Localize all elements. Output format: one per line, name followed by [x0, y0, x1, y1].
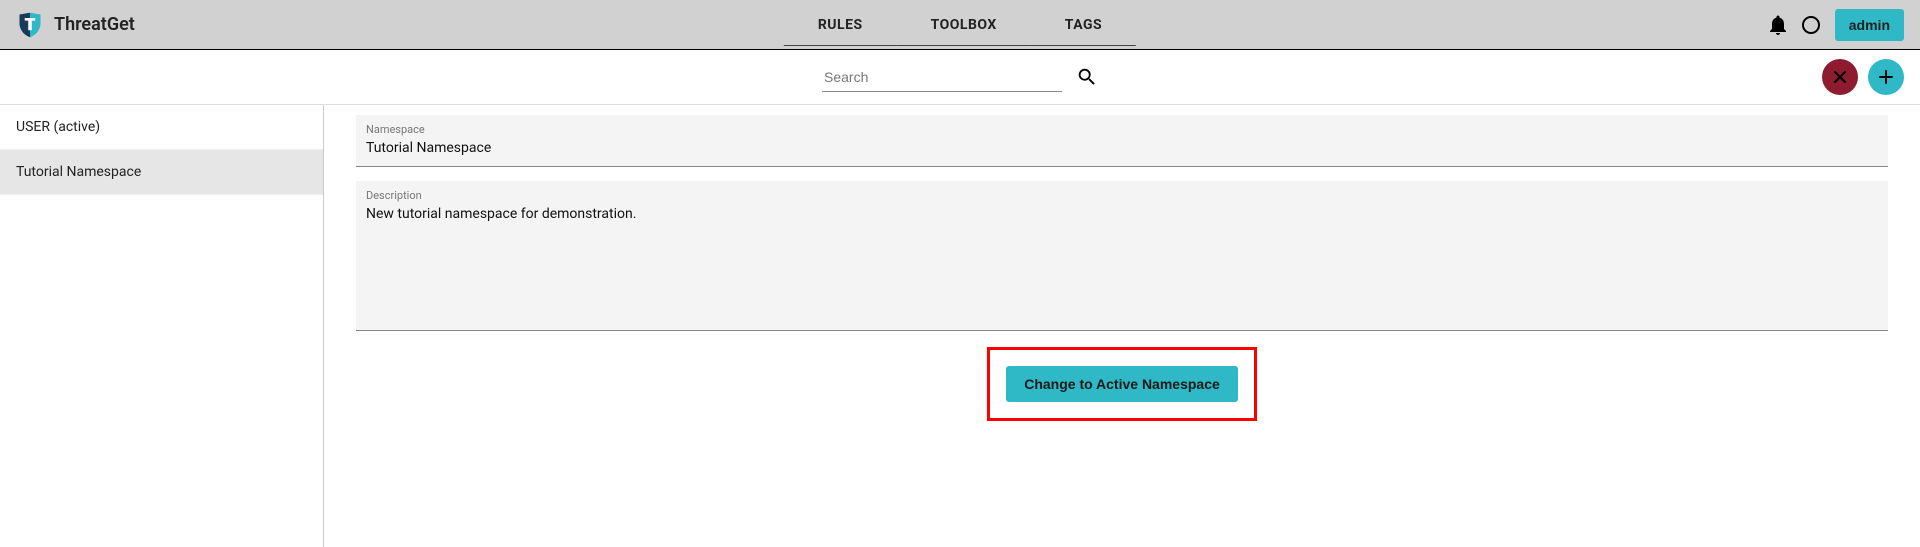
- change-to-active-namespace-button[interactable]: Change to Active Namespace: [1006, 366, 1238, 402]
- namespace-field: Namespace Tutorial Namespace: [356, 115, 1888, 167]
- sidebar-item-tutorial-namespace[interactable]: Tutorial Namespace: [0, 150, 323, 195]
- search-input[interactable]: [822, 63, 1062, 92]
- search-row: [0, 50, 1920, 105]
- admin-button[interactable]: admin: [1835, 9, 1904, 41]
- plus-icon: [1878, 69, 1894, 85]
- main-panel: Namespace Tutorial Namespace Description…: [324, 105, 1920, 547]
- logo-wrap: ThreatGet: [16, 11, 135, 39]
- nav-tabs: RULES TOOLBOX TAGS: [784, 3, 1136, 46]
- description-value: New tutorial namespace for demonstration…: [366, 206, 1878, 222]
- status-circle-icon[interactable]: [1801, 15, 1821, 35]
- add-button[interactable]: [1868, 59, 1904, 95]
- close-icon: [1832, 69, 1848, 85]
- app-name: ThreatGet: [54, 14, 135, 35]
- search-icon[interactable]: [1076, 66, 1098, 88]
- namespace-value: Tutorial Namespace: [366, 140, 1878, 156]
- sidebar: USER (active) Tutorial Namespace: [0, 105, 324, 547]
- action-buttons: [1822, 59, 1904, 95]
- tab-toolbox[interactable]: TOOLBOX: [897, 3, 1031, 46]
- close-button[interactable]: [1822, 59, 1858, 95]
- description-field: Description New tutorial namespace for d…: [356, 181, 1888, 331]
- namespace-label: Namespace: [366, 123, 1878, 136]
- search-wrap: [822, 63, 1098, 92]
- body: USER (active) Tutorial Namespace Namespa…: [0, 105, 1920, 547]
- notifications-bell-icon[interactable]: [1769, 15, 1787, 35]
- action-highlight-box: Change to Active Namespace: [987, 347, 1257, 421]
- app-header: ThreatGet RULES TOOLBOX TAGS admin: [0, 0, 1920, 50]
- description-label: Description: [366, 189, 1878, 202]
- tab-tags[interactable]: TAGS: [1031, 3, 1136, 46]
- shield-logo-icon: [16, 11, 44, 39]
- tab-rules[interactable]: RULES: [784, 3, 897, 46]
- sidebar-item-user[interactable]: USER (active): [0, 105, 323, 150]
- header-right: admin: [1769, 9, 1904, 41]
